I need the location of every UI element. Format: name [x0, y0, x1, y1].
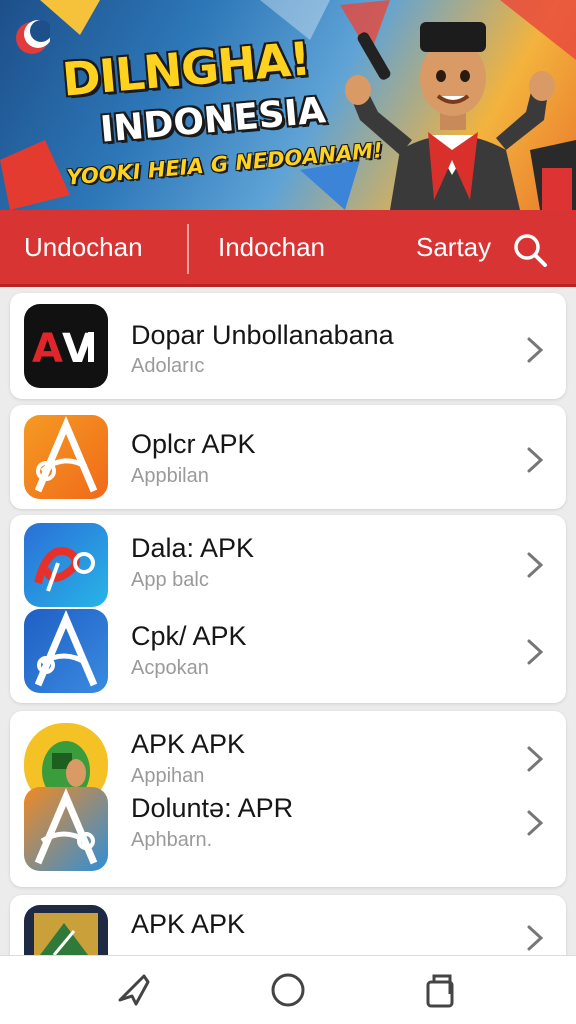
app-name: Dala: APK — [131, 533, 255, 563]
app-subtitle: Acpokan — [131, 657, 209, 679]
chevron-right-icon — [527, 447, 544, 473]
mascot-illustration — [345, 0, 576, 210]
app-subtitle: Aphbarn. — [131, 829, 213, 851]
app-name: Oplcr APK — [131, 429, 256, 459]
nav-divider — [187, 224, 189, 274]
list-item[interactable]: Doluntə: APR Aphbarn. — [10, 787, 566, 887]
home-circle-icon[interactable] — [268, 970, 308, 1010]
app-card: Oplcr APK Appbilan — [10, 405, 566, 509]
back-triangle-icon[interactable] — [114, 970, 154, 1010]
chevron-right-icon — [527, 552, 544, 578]
promo-banner[interactable]: DILNGHA! INDONESIA YOOKI HEIA G NEDOANAM… — [0, 0, 576, 210]
list-item[interactable]: APK APK — [10, 895, 566, 955]
app-name: Doluntə: APR — [131, 793, 294, 823]
recents-square-icon[interactable] — [420, 970, 460, 1010]
app-card: APK APK Appihan Doluntə: APR Aphbarn. — [10, 711, 566, 887]
chevron-right-icon — [527, 639, 544, 665]
app-subtitle: App balc — [131, 569, 209, 591]
list-item[interactable]: Dala: APK App balc — [10, 517, 566, 613]
app-card: A V Dopar Unbollanabana Adolarıc — [10, 293, 566, 399]
top-nav-bar: Undochan Indochan Sartay — [0, 210, 576, 287]
blue-swirl-icon — [24, 523, 108, 607]
decor-shard — [0, 140, 70, 210]
app-name: Dopar Unbollanabana — [131, 320, 394, 350]
list-item[interactable]: Oplcr APK Appbilan — [10, 409, 566, 505]
tab-undochan[interactable]: Undochan — [24, 232, 143, 263]
tab-sartay[interactable]: Sartay — [416, 232, 491, 263]
search-icon[interactable] — [512, 232, 548, 268]
letter-a-multicolor-icon — [24, 787, 108, 871]
av-logo-icon: A V — [24, 304, 108, 388]
crescent-moon-icon — [16, 20, 50, 54]
chevron-right-icon — [527, 810, 544, 836]
app-subtitle: Appihan — [131, 765, 205, 787]
list-item[interactable]: A V Dopar Unbollanabana Adolarıc — [10, 298, 566, 394]
chevron-right-icon — [527, 746, 544, 772]
app-name: APK APK — [131, 729, 246, 759]
system-nav-bar — [0, 955, 576, 1024]
chevron-right-icon — [527, 337, 544, 363]
app-subtitle: Appbilan — [131, 465, 209, 487]
app-card: Dala: APK App balc Cpk/ APK Acpokan — [10, 515, 566, 703]
app-name: Cpk/ APK — [131, 621, 247, 651]
list-item[interactable]: Cpk/ APK Acpokan — [10, 607, 566, 703]
chevron-right-icon — [527, 925, 544, 951]
app-name: APK APK — [131, 909, 246, 939]
tab-indochan[interactable]: Indochan — [218, 232, 325, 263]
dark-card-icon — [24, 905, 108, 955]
svg-text:A: A — [32, 326, 63, 372]
app-subtitle: Adolarıc — [131, 355, 205, 377]
letter-a-orange-icon — [24, 415, 108, 499]
letter-a-blue-icon — [24, 609, 108, 693]
